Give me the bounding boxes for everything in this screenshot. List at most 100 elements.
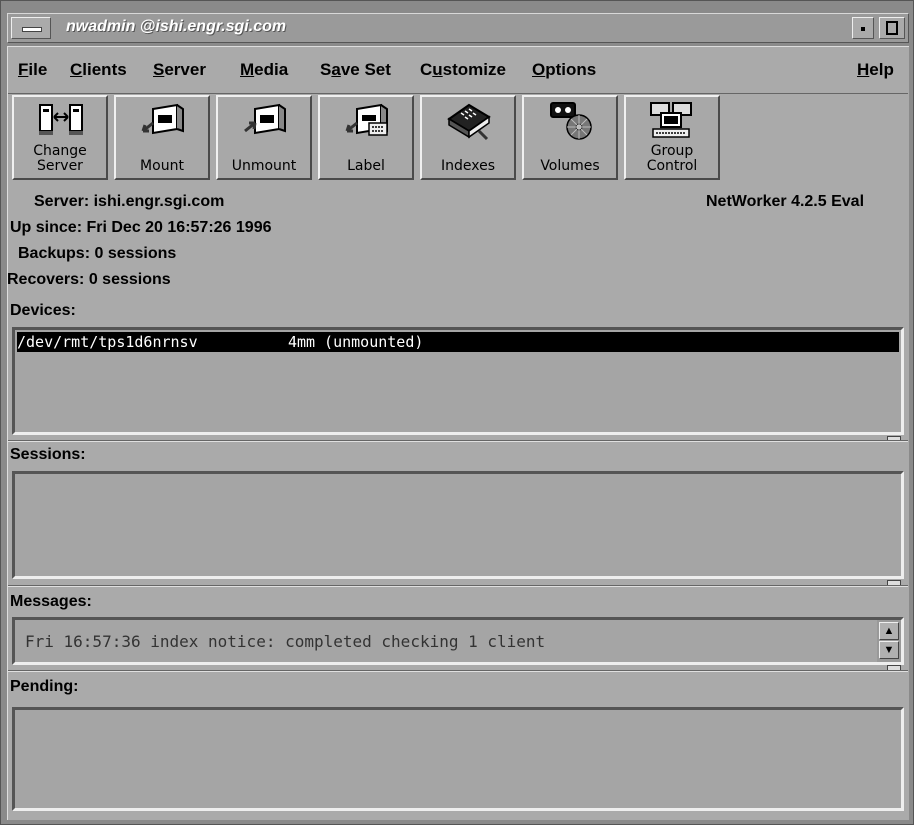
menu-options-label-rest: ptions	[545, 60, 597, 79]
menu-options[interactable]: Options	[532, 60, 596, 80]
change-server-label-line2: Server	[37, 158, 83, 174]
unmount-button[interactable]: Unmount	[216, 95, 312, 180]
messages-list[interactable]: Fri 16:57:36 index notice: completed che…	[12, 617, 904, 665]
menu-media-mnemonic: M	[240, 60, 255, 79]
unmount-label: Unmount	[218, 144, 310, 174]
scroll-down-button[interactable]: ▼	[879, 641, 899, 659]
unmount-label-line2: Unmount	[231, 158, 297, 174]
menu-save-set[interactable]: Save Set	[320, 60, 391, 80]
server-info-recovers: Recovers: 0 sessions	[7, 271, 171, 289]
up-since-label: Up since:	[10, 219, 83, 236]
menu-save-set-label-pre: S	[320, 60, 332, 79]
indexes-icon	[447, 103, 491, 141]
menu-server-label-rest: erver	[164, 60, 206, 79]
indexes-label: Indexes	[422, 144, 514, 174]
backups-value: 0 sessions	[94, 245, 177, 262]
mount-icon	[141, 103, 184, 135]
sessions-separator	[8, 585, 908, 587]
device-status: 4mm (unmounted)	[287, 333, 424, 351]
pending-list[interactable]	[12, 707, 904, 811]
messages-scrollbar[interactable]: ▲ ▼	[877, 620, 901, 662]
label-button[interactable]: Label	[318, 95, 414, 180]
mount-button[interactable]: Mount	[114, 95, 210, 180]
indexes-button[interactable]: Indexes	[420, 95, 516, 180]
change-server-label: Change Server	[14, 144, 106, 174]
group-control-label-line1: Group	[650, 143, 694, 159]
menu-help-label-rest: elp	[869, 60, 894, 79]
label-label: Label	[320, 144, 412, 174]
menu-save-set-label-rest: ve Set	[340, 60, 391, 79]
menu-file-mnemonic: F	[18, 60, 29, 79]
minimize-button[interactable]	[852, 17, 874, 39]
device-row[interactable]: /dev/rmt/tps1d6nrnsv 4mm (unmounted)	[17, 332, 899, 352]
label-icon	[345, 103, 388, 136]
scroll-up-button[interactable]: ▲	[879, 622, 899, 640]
server-label: Server:	[34, 193, 90, 210]
menu-file-label-rest: ile	[28, 60, 48, 79]
menu-options-mnemonic: O	[532, 60, 546, 79]
menu-help[interactable]: Help	[857, 60, 894, 80]
volumes-button[interactable]: Volumes	[522, 95, 618, 180]
nwadmin-window: nwadmin @ishi.engr.sgi.com File Clients …	[0, 0, 914, 825]
window-menu-icon	[22, 27, 42, 32]
devices-separator	[8, 440, 908, 442]
device-spacer	[198, 333, 288, 351]
toolbar: Change Server Mount Unmount Label Indexe…	[8, 95, 908, 183]
maximize-icon	[886, 21, 898, 35]
title-bar[interactable]: nwadmin @ishi.engr.sgi.com	[7, 13, 909, 43]
menu-server[interactable]: Server	[153, 60, 206, 80]
server-info-server: Server: ishi.engr.sgi.com	[34, 193, 224, 211]
message-text: Fri 16:57:36 index notice: completed che…	[25, 632, 546, 651]
menu-save-set-mnemonic: a	[331, 60, 341, 79]
menu-customize-label-rest: stomize	[442, 60, 506, 79]
mount-label-line2: Mount	[140, 158, 184, 174]
server-value: ishi.engr.sgi.com	[93, 193, 225, 210]
volumes-icon	[550, 102, 592, 140]
maximize-button[interactable]	[879, 17, 905, 39]
group-control-label-line2: Control	[646, 158, 698, 174]
menu-clients-label-rest: lients	[82, 60, 127, 79]
server-info-backups: Backups: 0 sessions	[18, 245, 176, 263]
group-control-button[interactable]: Group Control	[624, 95, 720, 180]
client-area: File Clients Server Media Save Set Custo…	[7, 46, 909, 820]
device-path: /dev/rmt/tps1d6nrnsv	[17, 333, 198, 351]
sessions-list[interactable]	[12, 471, 904, 579]
arrow-down-icon: ▼	[883, 644, 895, 656]
unmount-icon	[244, 103, 286, 135]
change-server-button[interactable]: Change Server	[12, 95, 108, 180]
devices-list[interactable]: /dev/rmt/tps1d6nrnsv 4mm (unmounted)	[12, 327, 904, 435]
menu-customize[interactable]: Customize	[420, 60, 506, 80]
server-info-up-since: Up since: Fri Dec 20 16:57:26 1996	[10, 219, 271, 237]
change-server-label-line1: Change	[33, 143, 87, 159]
mount-label: Mount	[116, 144, 208, 174]
group-control-icon	[650, 102, 692, 138]
pending-label: Pending:	[10, 678, 79, 695]
indexes-label-line2: Indexes	[440, 158, 496, 174]
recovers-label: Recovers:	[7, 271, 85, 288]
window-menu-button[interactable]	[11, 17, 51, 39]
recovers-value: 0 sessions	[88, 271, 171, 288]
backups-label: Backups:	[18, 245, 91, 262]
networker-version: NetWorker 4.2.5 Eval	[706, 193, 865, 210]
volumes-label: Volumes	[524, 144, 616, 174]
sessions-label: Sessions:	[10, 446, 86, 463]
change-server-icon	[39, 104, 83, 135]
menu-clients-mnemonic: C	[70, 60, 83, 79]
menu-customize-mnemonic: u	[432, 60, 443, 79]
up-since-value: Fri Dec 20 16:57:26 1996	[86, 219, 272, 236]
menu-clients[interactable]: Clients	[70, 60, 127, 80]
arrow-up-icon: ▲	[883, 625, 895, 637]
label-label-line2: Label	[347, 158, 385, 174]
menu-server-mnemonic: S	[153, 60, 165, 79]
group-control-label: Group Control	[626, 144, 718, 174]
menu-media-label-rest: edia	[254, 60, 289, 79]
menu-bar: File Clients Server Media Save Set Custo…	[8, 47, 908, 94]
menu-file[interactable]: File	[18, 60, 47, 80]
messages-separator	[8, 670, 908, 672]
window-title: nwadmin @ishi.engr.sgi.com	[66, 18, 287, 35]
menu-media[interactable]: Media	[240, 60, 288, 80]
minimize-icon	[861, 27, 865, 31]
menu-customize-label-pre: C	[420, 60, 433, 79]
messages-label: Messages:	[10, 593, 92, 610]
devices-label: Devices:	[10, 302, 76, 319]
